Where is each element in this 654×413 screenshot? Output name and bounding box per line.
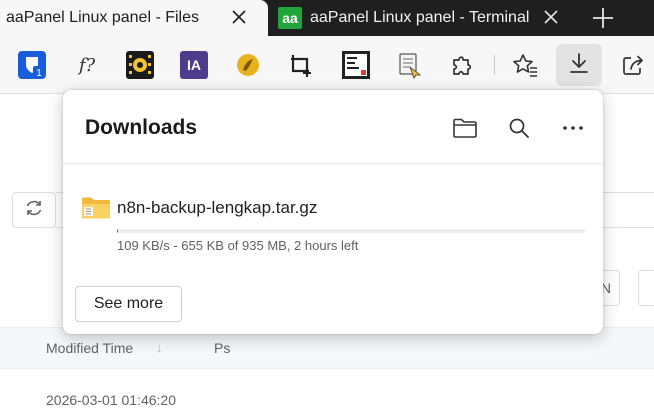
tab-files-title: aaPanel Linux panel - Files xyxy=(6,9,200,26)
crop-icon[interactable] xyxy=(287,51,315,79)
new-tab-plus-icon[interactable] xyxy=(588,4,618,32)
archive-file-icon[interactable] xyxy=(81,196,111,220)
tab-terminal[interactable]: aa aaPanel Linux panel - Terminal xyxy=(272,0,576,36)
gold-icon[interactable] xyxy=(234,51,262,79)
downloads-title: Downloads xyxy=(85,116,198,139)
row-modified-time: 2026-03-01 01:46:20 xyxy=(46,392,176,408)
design-icon[interactable] xyxy=(342,51,370,79)
download-progress-fill xyxy=(117,229,118,233)
bitwarden-badge: 1 xyxy=(36,68,42,79)
refresh-icon xyxy=(23,197,45,224)
close-icon[interactable] xyxy=(540,6,562,28)
search-icon[interactable] xyxy=(505,114,533,142)
downloads-panel: Downloads n8n-backup-lengkap.tar.gz 109 … xyxy=(63,90,603,334)
ia-icon[interactable]: IA xyxy=(180,51,208,79)
note-icon[interactable] xyxy=(395,51,423,79)
column-modified-time[interactable]: Modified Time xyxy=(46,340,133,356)
column-ps[interactable]: Ps xyxy=(214,340,230,356)
film-icon[interactable] xyxy=(126,51,154,79)
toolbar-divider xyxy=(494,55,495,75)
sort-arrow-icon[interactable]: ↓ xyxy=(156,340,163,355)
download-status: 109 KB/s - 655 KB of 935 MB, 2 hours lef… xyxy=(117,238,359,253)
close-icon[interactable] xyxy=(228,6,250,28)
aapanel-favicon-icon: aa xyxy=(278,7,302,29)
browser-toolbar: 1 f? IA xyxy=(0,36,654,94)
puzzle-icon[interactable] xyxy=(449,51,477,79)
fx-icon[interactable]: f? xyxy=(73,51,101,79)
download-file-name[interactable]: n8n-backup-lengkap.tar.gz xyxy=(117,198,317,218)
bitwarden-icon[interactable]: 1 xyxy=(18,51,46,79)
download-button[interactable] xyxy=(556,44,602,86)
refresh-button[interactable] xyxy=(12,192,56,228)
share-icon[interactable] xyxy=(619,51,647,79)
favorites-icon[interactable] xyxy=(511,51,539,79)
tab-strip: aaPanel Linux panel - Files aa aaPanel L… xyxy=(0,0,654,36)
see-more-button[interactable]: See more xyxy=(75,286,182,322)
download-progress-bar xyxy=(117,229,585,233)
tab-files[interactable]: aaPanel Linux panel - Files xyxy=(0,0,268,36)
tab-terminal-title: aaPanel Linux panel - Terminal xyxy=(310,9,530,26)
more-options-icon[interactable] xyxy=(559,114,587,142)
folder-icon[interactable] xyxy=(451,114,479,142)
toolbar-button[interactable] xyxy=(638,270,654,306)
download-icon xyxy=(565,49,593,82)
panel-divider xyxy=(63,163,603,164)
